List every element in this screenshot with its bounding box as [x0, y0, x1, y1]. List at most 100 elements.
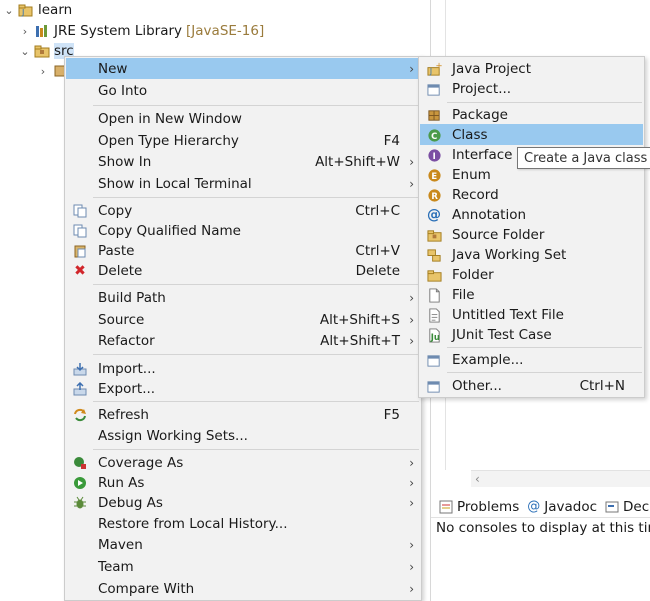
menu-item-team[interactable]: Team › — [66, 556, 420, 577]
file-icon — [426, 287, 442, 303]
menu-item-show-in[interactable]: Show In Alt+Shift+W › — [66, 151, 420, 172]
menu-item-accelerator: Delete — [355, 262, 400, 279]
submenu-item-file[interactable]: File — [420, 284, 643, 305]
menu-item-open-type-hierarchy[interactable]: Open Type Hierarchy F4 — [66, 130, 420, 151]
menu-item-accelerator: Alt+Shift+S — [319, 311, 400, 328]
submenu-item-package[interactable]: Package — [420, 104, 643, 125]
chevron-right-icon[interactable]: › — [36, 65, 50, 78]
menu-item-copy[interactable]: Copy Ctrl+C — [66, 200, 420, 221]
submenu-item-label: Annotation — [452, 206, 527, 223]
submenu-item-record[interactable]: R Record — [420, 184, 643, 205]
menu-item-paste[interactable]: Paste Ctrl+V — [66, 240, 420, 261]
menu-item-label: Source — [98, 311, 145, 328]
submenu-item-java-project[interactable]: J + Java Project — [420, 58, 643, 79]
submenu-item-project[interactable]: Project... — [420, 78, 643, 99]
tab-problems[interactable]: Problems — [435, 499, 523, 515]
submenu-item-label: Record — [452, 186, 499, 203]
delete-icon: ✖ — [74, 263, 86, 279]
svg-text:C: C — [431, 130, 437, 140]
java-project-icon: J + — [426, 61, 442, 77]
enum-icon: E — [426, 167, 442, 183]
chevron-right-icon: › — [409, 559, 414, 574]
chevron-right-icon: › — [409, 455, 414, 470]
menu-separator — [93, 449, 419, 450]
menu-item-refresh[interactable]: Refresh F5 — [66, 404, 420, 425]
scroll-left-icon[interactable]: ‹ — [475, 471, 480, 487]
submenu-item-class[interactable]: C Class — [420, 124, 643, 145]
declaration-icon — [605, 500, 619, 514]
submenu-item-label: Example... — [452, 351, 524, 368]
import-icon — [72, 361, 88, 377]
menu-item-label: Maven — [98, 536, 143, 553]
menu-item-coverage-as[interactable]: Coverage As › — [66, 452, 420, 473]
horizontal-scrollbar[interactable]: ‹ — [471, 470, 650, 487]
submenu-item-annotation[interactable]: @ Annotation — [420, 204, 643, 225]
submenu-item-folder[interactable]: Folder — [420, 264, 643, 285]
submenu-item-label: Package — [452, 106, 508, 123]
chevron-right-icon: › — [409, 312, 414, 327]
chevron-right-icon: › — [409, 495, 414, 510]
chevron-right-icon: › — [409, 581, 414, 596]
tab-declaration-label: Dec — [623, 498, 650, 515]
menu-item-export[interactable]: Export... — [66, 378, 420, 399]
chevron-right-icon: › — [409, 61, 414, 76]
menu-item-import[interactable]: Import... — [66, 358, 420, 379]
submenu-item-example[interactable]: Example... — [420, 349, 643, 370]
tree-item-jre[interactable]: › JRE System Library [JavaSE-16] — [18, 21, 264, 41]
menu-item-show-in-terminal[interactable]: Show in Local Terminal › — [66, 173, 420, 194]
tree-item-project[interactable]: ⌄ J learn — [2, 0, 72, 20]
menu-separator — [93, 354, 419, 355]
menu-separator — [447, 372, 642, 373]
menu-item-refactor[interactable]: Refactor Alt+Shift+T › — [66, 330, 420, 351]
chevron-right-icon: › — [409, 154, 414, 169]
new-submenu: J + Java Project Project... Package C Cla… — [418, 56, 645, 398]
menu-item-open-new-window[interactable]: Open in New Window — [66, 108, 420, 129]
menu-item-restore-local-history[interactable]: Restore from Local History... — [66, 513, 420, 534]
submenu-item-label: File — [452, 286, 475, 303]
tab-javadoc[interactable]: @ Javadoc — [523, 499, 601, 515]
menu-item-label: Team — [98, 558, 134, 575]
refresh-icon — [72, 407, 88, 423]
java-project-icon: J — [18, 2, 34, 18]
menu-separator — [93, 197, 419, 198]
menu-item-new[interactable]: New › — [66, 58, 420, 79]
tab-declaration[interactable]: Dec — [601, 499, 650, 515]
menu-item-label: Run As — [98, 474, 145, 491]
menu-item-compare-with[interactable]: Compare With › — [66, 578, 420, 599]
menu-item-debug-as[interactable]: Debug As › — [66, 492, 420, 513]
menu-item-copy-qualified-name[interactable]: Copy Qualified Name — [66, 220, 420, 241]
menu-item-label: Go Into — [98, 82, 148, 99]
menu-item-label: Build Path — [98, 289, 166, 306]
submenu-item-other[interactable]: Other... Ctrl+N — [420, 375, 643, 396]
menu-item-assign-working-sets[interactable]: Assign Working Sets... — [66, 425, 420, 446]
submenu-item-label: Source Folder — [452, 226, 545, 243]
submenu-item-junit-test-case[interactable]: Ju JUnit Test Case — [420, 324, 643, 345]
export-icon — [72, 381, 88, 397]
menu-item-label: Open in New Window — [98, 110, 242, 127]
menu-item-run-as[interactable]: Run As › — [66, 472, 420, 493]
menu-item-delete[interactable]: ✖ Delete Delete — [66, 260, 420, 281]
jre-label: JRE System Library — [54, 23, 183, 39]
chevron-down-icon[interactable]: ⌄ — [2, 4, 16, 17]
chevron-down-icon[interactable]: ⌄ — [18, 45, 32, 58]
menu-item-label: Copy Qualified Name — [98, 222, 241, 239]
menu-item-go-into[interactable]: Go Into — [66, 80, 420, 101]
submenu-item-source-folder[interactable]: Source Folder — [420, 224, 643, 245]
svg-text:+: + — [435, 62, 442, 71]
chevron-right-icon[interactable]: › — [18, 25, 32, 38]
submenu-item-label: Java Working Set — [452, 246, 567, 263]
submenu-item-label: Project... — [452, 80, 512, 97]
svg-text:I: I — [432, 150, 435, 160]
menu-item-source[interactable]: Source Alt+Shift+S › — [66, 309, 420, 330]
submenu-item-java-working-set[interactable]: Java Working Set — [420, 244, 643, 265]
source-folder-icon — [426, 227, 442, 243]
svg-text:J: J — [428, 67, 431, 76]
submenu-item-untitled-text-file[interactable]: Untitled Text File — [420, 304, 643, 325]
javadoc-icon: @ — [527, 499, 541, 514]
menu-item-build-path[interactable]: Build Path › — [66, 287, 420, 308]
menu-item-maven[interactable]: Maven › — [66, 534, 420, 555]
chevron-right-icon: › — [409, 475, 414, 490]
menu-item-label: Show In — [98, 153, 152, 170]
menu-item-accelerator: F4 — [383, 132, 400, 149]
interface-icon: I — [426, 147, 442, 163]
